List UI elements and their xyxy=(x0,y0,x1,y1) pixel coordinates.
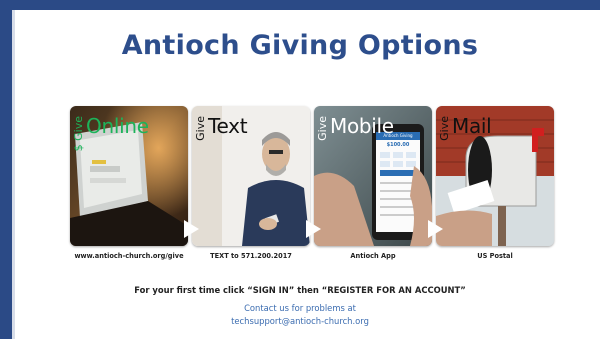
page-title: Antioch Giving Options xyxy=(121,30,479,61)
contact-text: Contact us for problems at xyxy=(244,303,356,313)
option-mail-caption: US Postal xyxy=(477,252,513,260)
option-mail-tile[interactable]: Give Mail xyxy=(436,106,554,246)
option-text-caption: TEXT to 571.200.2017 xyxy=(210,252,292,260)
top-frame-bar xyxy=(0,0,600,10)
give-label: Give xyxy=(194,116,207,141)
option-online-caption[interactable]: www.antioch-church.org/give xyxy=(68,252,190,260)
option-mobile-title: Mobile xyxy=(330,114,394,138)
option-mobile-tile[interactable]: Antioch Giving $100.00 Give Mobile xyxy=(314,106,432,246)
first-time-instruction: For your first time click “SIGN IN” then… xyxy=(134,285,466,295)
phone-amount: $100.00 xyxy=(386,142,410,148)
slide: Antioch Giving Options $ Give Online Giv… xyxy=(0,0,600,339)
arrow-right-icon xyxy=(306,220,321,238)
option-text-tile[interactable]: Give Text xyxy=(192,106,310,246)
support-email-link[interactable]: techsupport@antioch-church.org xyxy=(0,315,600,328)
option-mobile-caption: Antioch App xyxy=(350,252,396,260)
option-text-title: Text xyxy=(208,114,248,138)
arrow-right-icon xyxy=(428,220,443,238)
give-symbol-label: $ Give xyxy=(72,116,85,152)
give-label: Give xyxy=(316,116,329,141)
option-online-tile[interactable]: $ Give Online xyxy=(70,106,188,246)
give-label: Give xyxy=(438,116,451,141)
arrow-right-icon xyxy=(184,220,199,238)
option-mail-title: Mail xyxy=(452,114,492,138)
option-online-title: Online xyxy=(86,114,149,138)
contact-block: Contact us for problems at techsupport@a… xyxy=(0,302,600,328)
